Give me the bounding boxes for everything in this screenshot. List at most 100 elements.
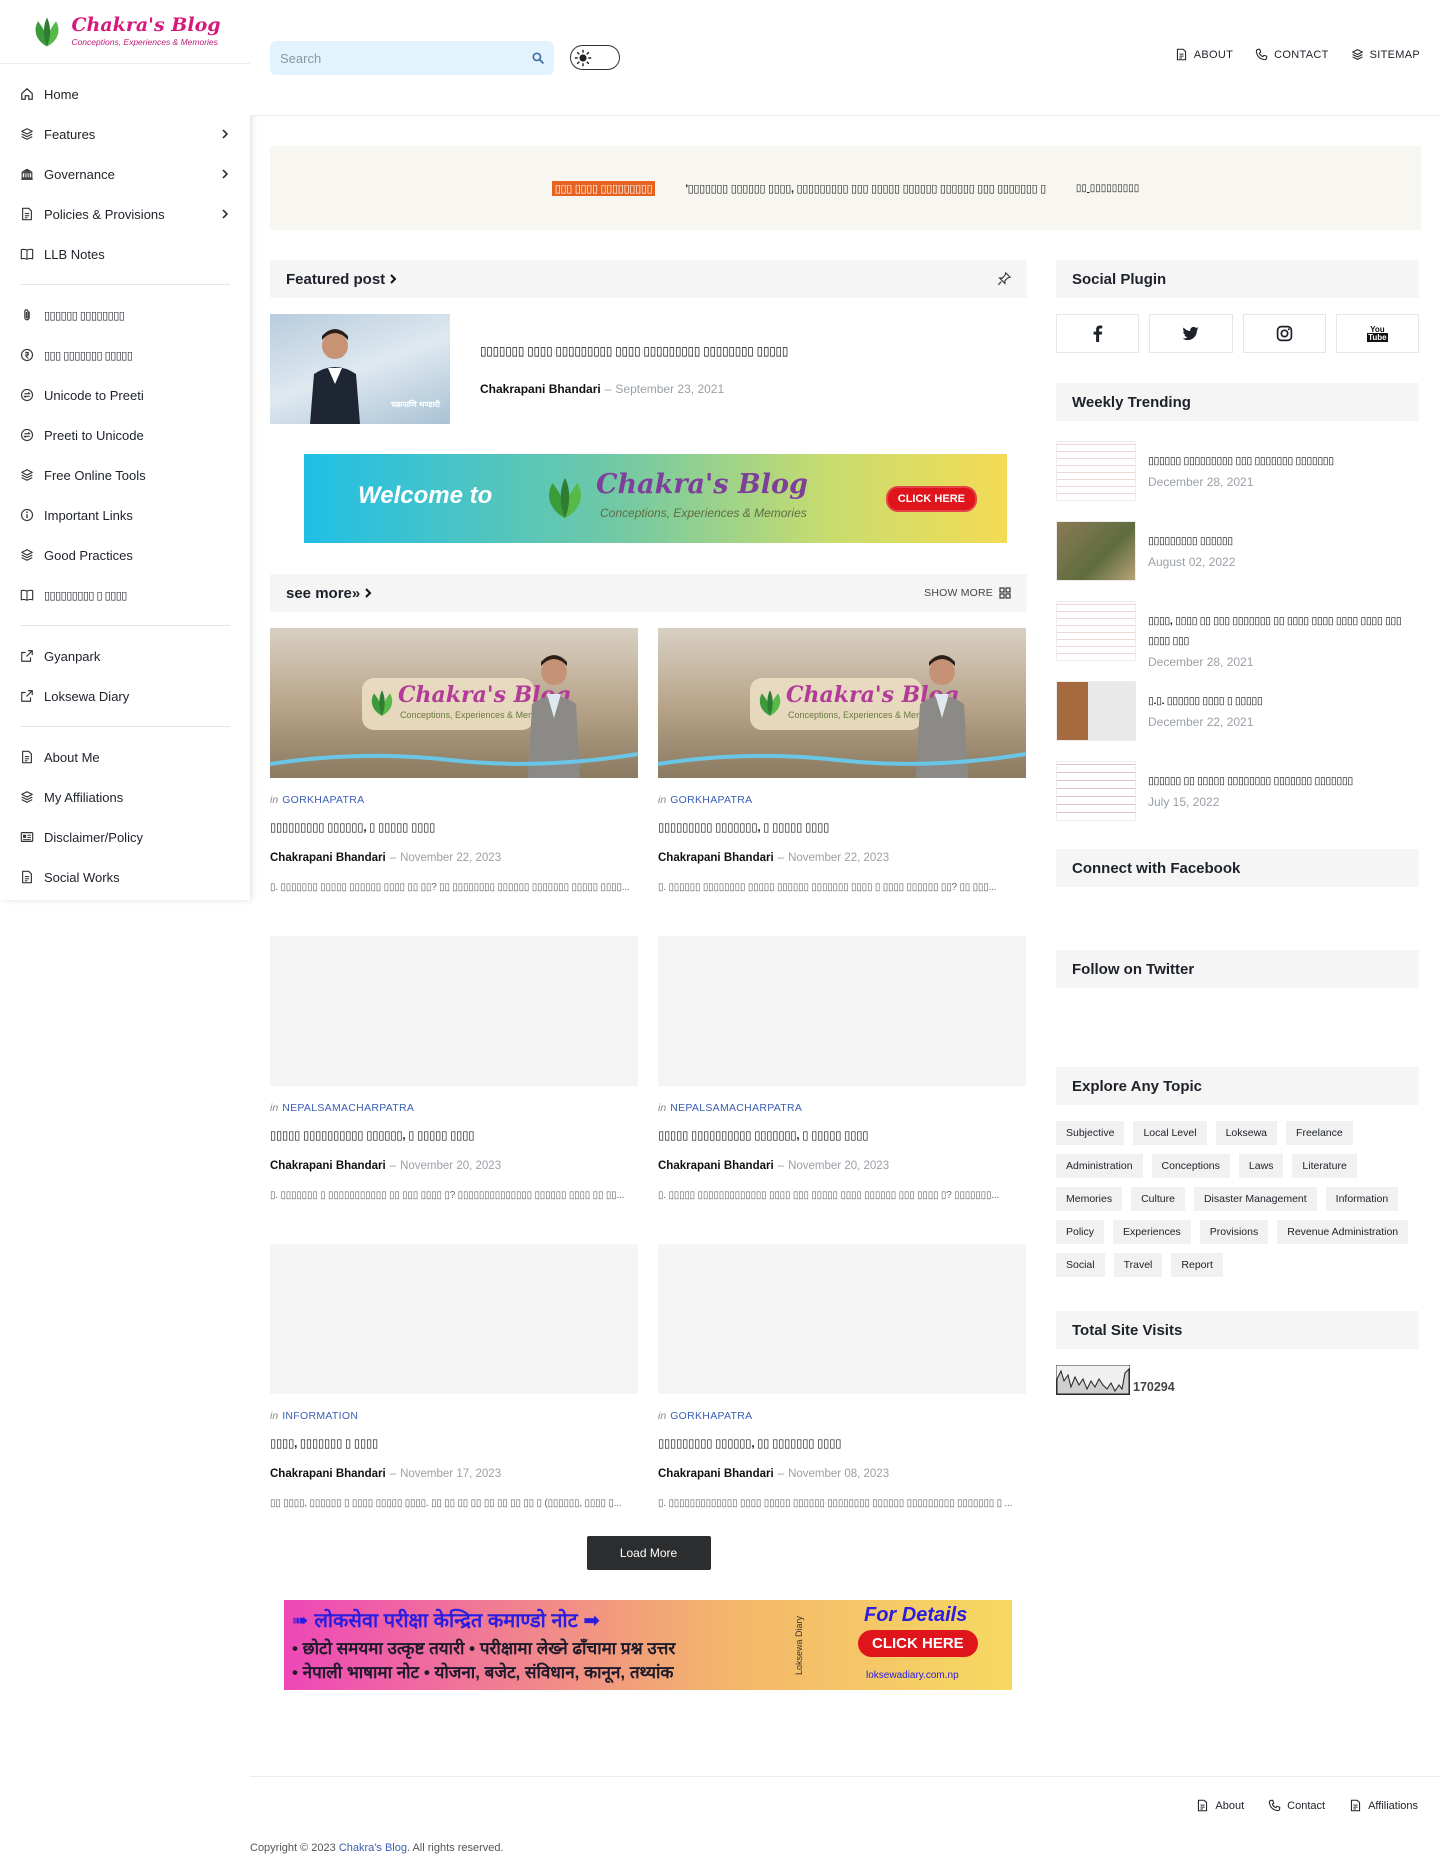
search-icon[interactable] [532,52,544,64]
loksewa-banner-ad[interactable]: ➠ लोकसेवा परीक्षा केन्द्रित कमाण्डो नोट … [284,1600,1012,1690]
post-title[interactable]: ▯▯▯▯▯▯▯▯▯ ▯▯▯▯▯▯▯, ▯ ▯▯▯▯▯ ▯▯▯▯ [658,820,1026,834]
post-label-link[interactable]: INFORMATION [282,1410,358,1422]
sidebar-item-item-1-1[interactable]: ▯▯▯ ▯▯▯▯▯▯▯ ▯▯▯▯▯ [20,335,230,375]
featured-thumbnail[interactable]: चक्रपाणि भण्डारी [270,314,450,424]
topic-tag-loksewa[interactable]: Loksewa [1215,1121,1278,1145]
post-card: in GORKHAPATRA ▯▯▯▯▯▯▯▯▯ ▯▯▯▯▯▯, ▯▯ ▯▯▯▯▯▯… [658,1244,1026,1516]
trending-thumbnail[interactable] [1056,441,1136,501]
topic-tag-literature[interactable]: Literature [1292,1154,1357,1178]
sidebar-item-my-affiliations[interactable]: My Affiliations [20,777,230,817]
sidebar-item-important-links[interactable]: Important Links [20,495,230,535]
topic-tag-social[interactable]: Social [1056,1253,1105,1277]
footer-link-about[interactable]: About [1196,1799,1244,1812]
sidebar-item-free-online-tools[interactable]: Free Online Tools [20,455,230,495]
post-label-link[interactable]: NEPALSAMACHARPATRA [282,1102,414,1114]
header-link-contact[interactable]: CONTACT [1255,48,1328,61]
post-thumbnail[interactable] [270,1244,638,1394]
load-more-button[interactable]: Load More [586,1536,711,1570]
sidebar-item-loksewa-diary[interactable]: Loksewa Diary [20,676,230,716]
post-thumbnail[interactable] [270,936,638,1086]
post-title[interactable]: ▯▯▯▯, ▯▯▯▯▯▯▯ ▯ ▯▯▯▯ [270,1436,638,1450]
post-thumbnail[interactable]: Chakra's Blog Conceptions, Experiences & … [658,628,1026,778]
sidebar-item-governance[interactable]: Governance [20,154,230,194]
sidebar-item-unicode-to-preeti[interactable]: Unicode to Preeti [20,375,230,415]
thumbnail-caption: चक्रपाणि भण्डारी [390,400,440,409]
sidebar-item-home[interactable]: Home [20,74,230,114]
trending-thumbnail[interactable] [1056,601,1136,661]
facebook-button[interactable] [1056,314,1140,353]
sidebar-item-about-me[interactable]: About Me [20,737,230,777]
trending-title[interactable]: ▯.▯. ▯▯▯▯▯▯ ▯▯▯▯ ▯ ▯▯▯▯▯ [1148,691,1263,711]
header-link-sitemap[interactable]: SITEMAP [1351,48,1420,61]
post-meta: Chakrapani Bhandari – November 20, 2023 [658,1160,1026,1172]
post-thumbnail[interactable] [658,1244,1026,1394]
topic-tag-policy[interactable]: Policy [1056,1220,1105,1244]
trending-thumbnail[interactable] [1056,761,1136,821]
trending-title[interactable]: ▯▯▯▯▯▯ ▯▯ ▯▯▯▯▯ ▯▯▯▯▯▯▯▯ ▯▯▯▯▯▯▯ ▯▯▯▯▯▯▯ [1148,771,1353,791]
twitter-button[interactable] [1149,314,1233,353]
post-label-link[interactable]: GORKHAPATRA [670,794,752,806]
topic-tag-revenue-administration[interactable]: Revenue Administration [1277,1220,1409,1244]
banner-click-button[interactable]: CLICK HERE [885,486,977,512]
topic-tag-report[interactable]: Report [1171,1253,1223,1277]
topic-tag-experiences[interactable]: Experiences [1113,1220,1191,1244]
header-link-about[interactable]: ABOUT [1175,48,1233,61]
post-title[interactable]: ▯▯▯▯▯▯▯▯▯ ▯▯▯▯▯▯, ▯ ▯▯▯▯▯ ▯▯▯▯ [270,820,638,834]
sidebar-item-disclaimer-policy[interactable]: Disclaimer/Policy [20,817,230,857]
topic-tag-laws[interactable]: Laws [1238,1154,1284,1178]
sidebar-item-label: Important Links [44,507,133,523]
ticker-headline[interactable]: '▯▯▯▯▯▯▯ ▯▯▯▯▯▯ ▯▯▯▯, ▯▯▯▯▯▯▯▯▯ ▯▯▯ ▯▯▯▯… [685,182,1046,195]
featured-heading[interactable]: Featured post [286,271,397,288]
sidebar-item-llb-notes[interactable]: LLB Notes [20,234,230,274]
sidebar-item-preeti-to-unicode[interactable]: Preeti to Unicode [20,415,230,455]
sidebar-item-good-practices[interactable]: Good Practices [20,535,230,575]
topic-tag-disaster-management[interactable]: Disaster Management [1193,1187,1317,1211]
ticker-more-link[interactable]: ▯▯ ▯▯▯▯▯▯▯▯▯ [1076,183,1139,194]
post-title[interactable]: ▯▯▯▯▯ ▯▯▯▯▯▯▯▯▯▯ ▯▯▯▯▯▯▯, ▯ ▯▯▯▯▯ ▯▯▯▯ [658,1128,1026,1142]
featured-title[interactable]: ▯▯▯▯▯▯▯ ▯▯▯▯ ▯▯▯▯▯▯▯▯▯ ▯▯▯▯ ▯▯▯▯▯▯▯▯▯ ▯▯… [480,344,788,358]
welcome-banner-ad[interactable]: Welcome to Chakra's Blog Conceptions, Ex… [304,454,1007,543]
right-sidebar: Social Plugin You Tube Weekly Trending ▯▯… [1056,260,1419,1395]
topic-tag-freelance[interactable]: Freelance [1286,1121,1353,1145]
post-title[interactable]: ▯▯▯▯▯▯▯▯▯ ▯▯▯▯▯▯, ▯▯ ▯▯▯▯▯▯▯ ▯▯▯▯ [658,1436,1026,1450]
sidebar-item-features[interactable]: Features [20,114,230,154]
show-more-link[interactable]: SHOW MORE [924,587,1011,599]
trending-thumbnail[interactable] [1056,521,1136,581]
youtube-button[interactable]: You Tube [1335,314,1419,353]
topic-tag-conceptions[interactable]: Conceptions [1151,1154,1230,1178]
trending-title[interactable]: ▯▯▯▯, ▯▯▯▯ ▯▯ ▯▯▯ ▯▯▯▯▯▯▯ ▯▯ ▯▯▯▯ ▯▯▯▯ ▯… [1148,611,1419,651]
sidebar-item-policies-provisions[interactable]: Policies & Provisions [20,194,230,234]
topic-tag-local-level[interactable]: Local Level [1133,1121,1207,1145]
copyright-brand-link[interactable]: Chakra's Blog [339,1842,407,1854]
copyright-prefix: Copyright © 2023 [250,1842,336,1854]
trending-title[interactable]: ▯▯▯▯▯▯ ▯▯▯▯▯▯▯▯▯ ▯▯▯ ▯▯▯▯▯▯▯ ▯▯▯▯▯▯▯ [1148,451,1334,471]
search-input[interactable] [280,50,532,66]
trending-title[interactable]: ▯▯▯▯▯▯▯▯▯ ▯▯▯▯▯▯ [1148,531,1235,551]
sidebar-item-gyanpark[interactable]: Gyanpark [20,636,230,676]
sidebar-item-social-works[interactable]: Social Works [20,857,230,897]
footer-link-affiliations[interactable]: Affiliations [1349,1799,1418,1812]
post-thumbnail[interactable] [658,936,1026,1086]
footer-link-contact[interactable]: Contact [1268,1799,1325,1812]
sidebar-item-item-1-7[interactable]: ▯▯▯▯▯▯▯▯▯ ▯ ▯▯▯▯ [20,575,230,615]
instagram-button[interactable] [1242,314,1326,353]
banner-welcome-text: Welcome to [358,482,493,509]
loksewa-banner-button[interactable]: CLICK HERE [858,1630,978,1657]
topic-tag-memories[interactable]: Memories [1056,1187,1123,1211]
post-thumbnail[interactable]: Chakra's Blog Conceptions, Experiences & … [270,628,638,778]
topic-tag-subjective[interactable]: Subjective [1056,1121,1125,1145]
post-title[interactable]: ▯▯▯▯▯ ▯▯▯▯▯▯▯▯▯▯ ▯▯▯▯▯▯, ▯ ▯▯▯▯▯ ▯▯▯▯ [270,1128,638,1142]
topic-tag-culture[interactable]: Culture [1131,1187,1185,1211]
topic-tag-administration[interactable]: Administration [1056,1154,1143,1178]
topic-tag-travel[interactable]: Travel [1113,1253,1163,1277]
post-label-link[interactable]: GORKHAPATRA [670,1410,752,1422]
trending-thumbnail[interactable] [1056,681,1136,741]
post-label-link[interactable]: GORKHAPATRA [282,794,364,806]
theme-toggle[interactable] [570,45,620,70]
sidebar-item-item-1-0[interactable]: ▯▯▯▯▯▯ ▯▯▯▯▯▯▯▯ [20,295,230,335]
topic-tag-provisions[interactable]: Provisions [1199,1220,1269,1244]
more-heading[interactable]: see more» [286,585,372,602]
post-label-link[interactable]: NEPALSAMACHARPATRA [670,1102,802,1114]
site-logo[interactable]: Chakra's Blog Conceptions, Experiences &… [0,0,250,64]
topic-tag-information[interactable]: Information [1325,1187,1399,1211]
